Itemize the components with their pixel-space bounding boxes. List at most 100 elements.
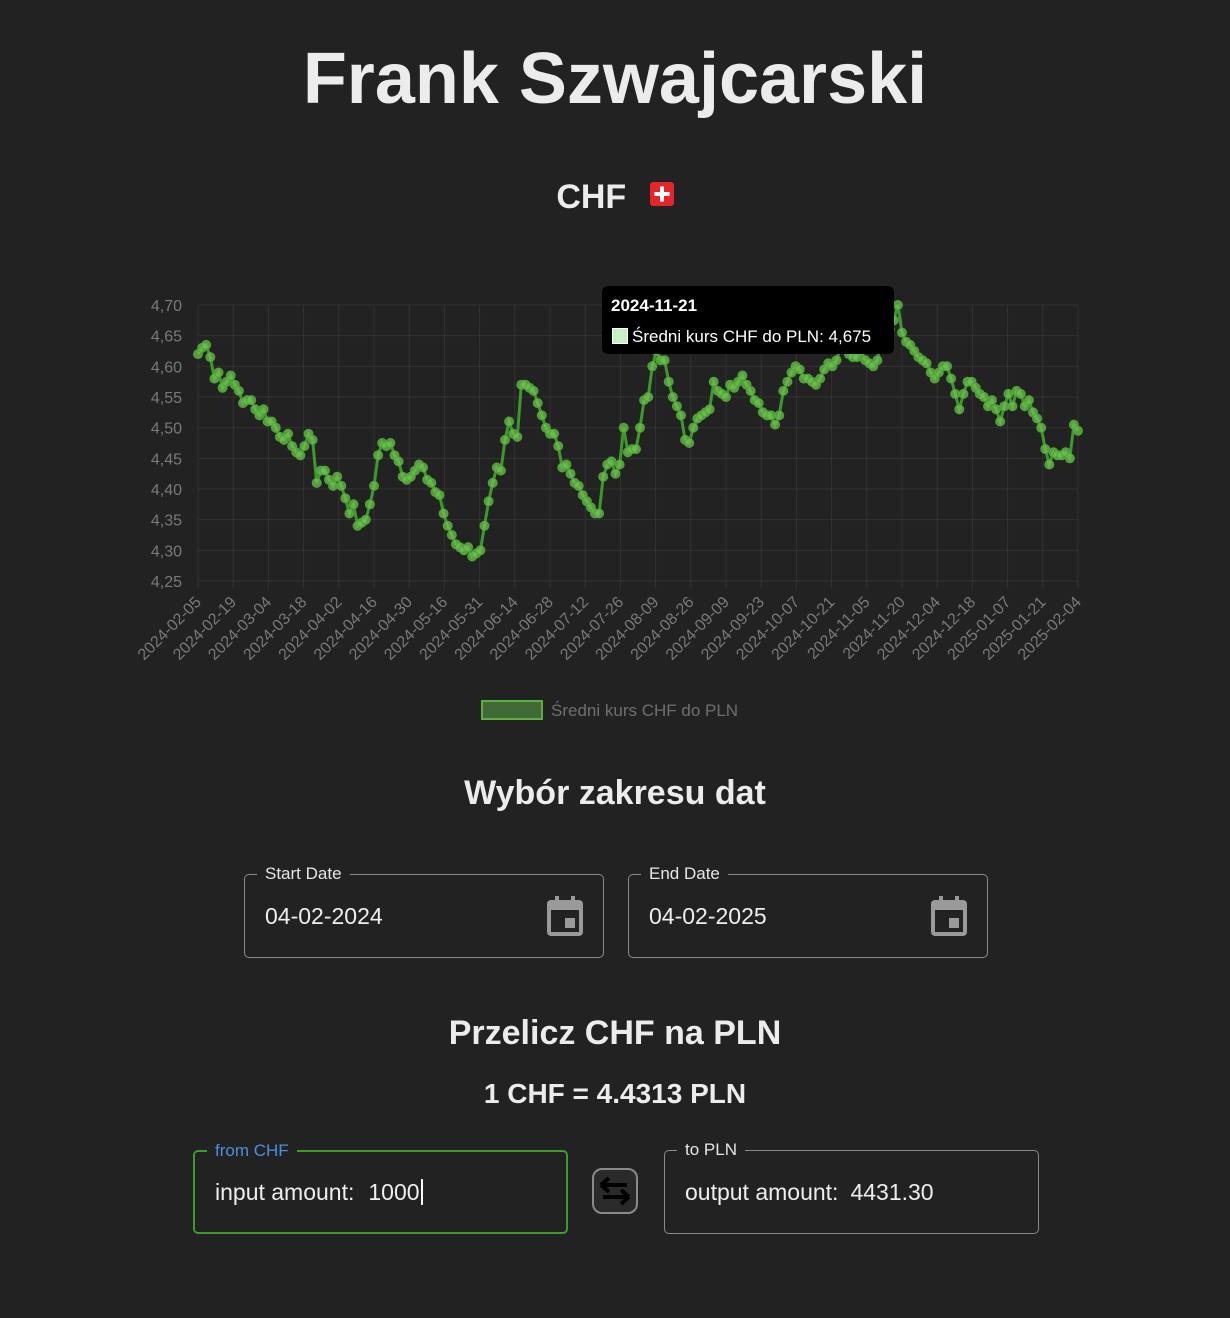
data-point — [737, 370, 748, 381]
data-point — [606, 456, 617, 467]
data-point — [897, 327, 907, 338]
end-date-value[interactable]: 04-02-2025 — [649, 875, 767, 957]
data-point — [991, 404, 1002, 415]
legend-swatch — [481, 700, 543, 720]
data-point — [340, 493, 351, 504]
data-point — [684, 438, 695, 448]
data-point — [201, 339, 212, 350]
data-point — [258, 404, 269, 415]
data-point — [794, 364, 805, 375]
data-point — [487, 477, 498, 488]
data-point — [344, 508, 355, 519]
data-point — [1007, 401, 1018, 412]
data-point — [704, 404, 715, 415]
data-point — [500, 434, 510, 445]
data-point — [573, 480, 584, 491]
data-point — [774, 410, 785, 421]
start-date-value[interactable]: 04-02-2024 — [265, 875, 383, 957]
data-point — [958, 388, 969, 399]
amount-input[interactable]: input amount: 1000 — [215, 1152, 423, 1232]
data-point — [1023, 395, 1034, 406]
data-point — [283, 428, 293, 439]
y-tick-label: 4,60 — [151, 359, 182, 376]
data-point — [745, 385, 756, 396]
y-tick-label: 4,50 — [151, 421, 182, 438]
data-point — [307, 434, 318, 445]
data-point — [549, 428, 560, 439]
data-point — [778, 385, 789, 396]
y-tick-label: 4,35 — [151, 513, 182, 530]
data-point — [364, 499, 375, 510]
data-point — [348, 499, 359, 510]
data-point — [999, 401, 1010, 412]
data-point — [1073, 425, 1083, 436]
data-point — [659, 355, 670, 366]
data-point — [647, 361, 658, 372]
data-point — [995, 416, 1006, 427]
data-point — [369, 480, 379, 491]
start-date-field[interactable]: Start Date 04-02-2024 — [244, 863, 604, 958]
data-point — [553, 441, 564, 452]
data-point — [766, 410, 776, 421]
data-point — [442, 520, 453, 531]
y-tick-label: 4,25 — [151, 574, 182, 591]
data-point — [483, 496, 494, 507]
data-point — [225, 370, 236, 381]
data-point — [610, 468, 621, 479]
data-point — [426, 477, 437, 488]
data-point — [815, 373, 826, 384]
data-point — [921, 358, 932, 369]
data-point — [528, 385, 539, 396]
to-pln-field[interactable]: to PLN output amount: 4431.30 — [664, 1139, 1039, 1234]
calendar-icon[interactable] — [929, 895, 969, 937]
swap-arrows-icon — [599, 1176, 631, 1206]
data-point — [385, 438, 396, 448]
data-point — [295, 450, 306, 461]
data-point — [631, 444, 641, 455]
chart-tooltip: 2024-11-21 Średni kurs CHF do PLN: 4,675 — [602, 286, 894, 354]
data-point — [311, 477, 322, 488]
data-point — [987, 395, 997, 406]
data-point — [643, 392, 654, 402]
calendar-icon[interactable] — [545, 895, 585, 937]
data-point — [872, 355, 883, 366]
tooltip-body: Średni kurs CHF do PLN: 4,675 — [632, 327, 872, 346]
output-amount-prefix: output amount: — [685, 1178, 839, 1205]
data-point — [676, 410, 686, 421]
data-point — [565, 468, 576, 479]
page-title: Frank Szwajcarski — [302, 39, 928, 119]
data-point — [205, 352, 216, 363]
end-date-field[interactable]: End Date 04-02-2025 — [628, 863, 988, 958]
data-point — [246, 395, 257, 406]
data-point — [663, 376, 674, 387]
data-point — [946, 373, 957, 384]
data-point — [446, 530, 457, 540]
data-point — [1044, 459, 1055, 470]
data-point — [950, 388, 961, 399]
y-tick-label: 4,55 — [151, 390, 182, 407]
from-chf-field[interactable]: from CHF input amount: 1000 — [193, 1140, 568, 1234]
text-caret — [420, 1179, 423, 1205]
swap-button[interactable] — [592, 1168, 638, 1214]
y-tick-label: 4,70 — [151, 298, 182, 315]
data-point — [688, 422, 699, 433]
amount-output: output amount: 4431.30 — [685, 1151, 934, 1233]
data-point — [495, 465, 506, 476]
data-point — [1015, 388, 1026, 399]
data-point — [373, 450, 384, 461]
data-point — [475, 545, 486, 556]
data-point — [233, 385, 244, 396]
data-point — [463, 542, 474, 553]
input-amount-value[interactable]: 1000 — [368, 1179, 419, 1206]
y-tick-label: 4,40 — [151, 482, 182, 499]
data-point — [594, 508, 605, 519]
data-point — [1064, 453, 1075, 464]
data-point — [831, 355, 842, 366]
input-amount-prefix: input amount: — [215, 1178, 355, 1205]
data-point — [270, 422, 281, 433]
data-point — [418, 462, 429, 473]
data-point — [393, 456, 404, 467]
data-point — [614, 459, 625, 470]
y-tick-label: 4,30 — [151, 543, 182, 560]
data-point — [434, 490, 445, 501]
